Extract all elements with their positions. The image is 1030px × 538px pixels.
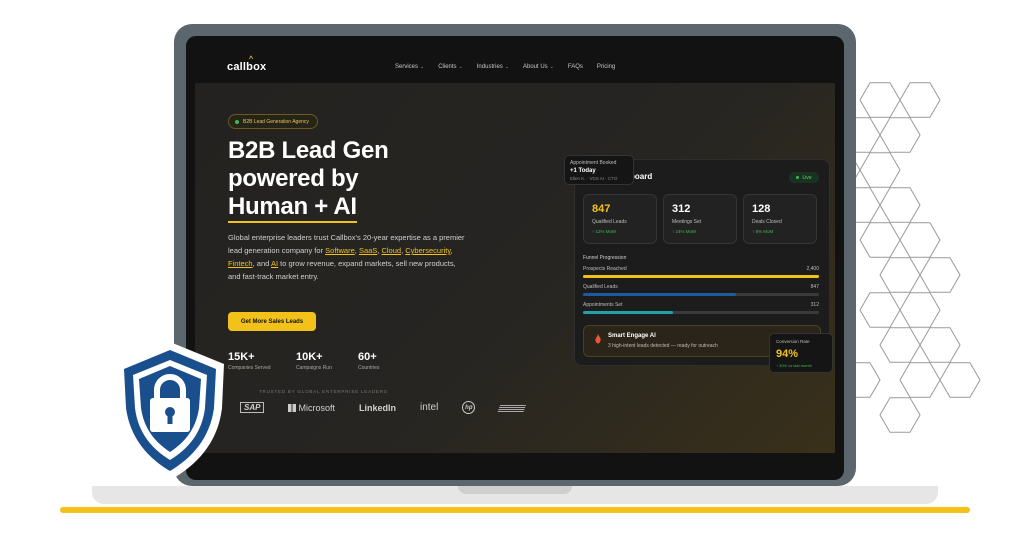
hexagon-shape (859, 82, 901, 118)
nav-menu: Services ⌄ Clients ⌄ Industries ⌄ About Us ⌄… (395, 64, 615, 70)
headline-accent: Human + AI (228, 193, 357, 223)
callbox-logo[interactable]: callbox ^ (227, 56, 266, 73)
appointment-booked-toast: Appointment Booked +1 Today Ellen K. · V… (564, 155, 634, 185)
trusted-by-label: TRUSTED BY GLOBAL ENTERPRISE LEADERS (259, 389, 388, 394)
hexagon-shape (879, 187, 921, 223)
hexagon-shape (879, 257, 921, 293)
nav-item-pricing[interactable]: Pricing (597, 64, 615, 70)
funnel-bar-qualified (583, 293, 737, 296)
stat-companies: 15K+ Companies Served (228, 351, 271, 371)
nav-item-clients[interactable]: Clients ⌄ (438, 64, 463, 70)
hexagon-shape (939, 362, 981, 398)
link-ai[interactable]: AI (271, 259, 278, 268)
conversion-rate-card: Conversion Rate 94% ↑ 30% vs last month (769, 333, 833, 373)
link-cloud[interactable]: Cloud (381, 246, 401, 255)
hexagon-shape (879, 397, 921, 433)
stat-countries: 60+ Countries (358, 351, 380, 371)
hero-headline: B2B Lead Gen powered by Human + AI (228, 137, 389, 223)
funnel-bar-appointments (583, 311, 673, 314)
agency-badge: B2B Lead Generation Agency (228, 114, 318, 129)
website-screen: callbox ^ Services ⌄ Clients ⌄ Industries ⌄ … (195, 55, 835, 453)
hexagon-shape (919, 327, 961, 363)
flame-icon (595, 334, 601, 344)
stat-campaigns: 10K+ Campaigns Run (296, 351, 332, 371)
security-shield-icon (116, 342, 224, 480)
chevron-down-icon: ⌄ (549, 64, 554, 70)
status-dot-icon (235, 119, 239, 124)
metric-card-qualified-leads: 847 Qualified Leads ↑ 12% MoM (583, 194, 657, 244)
link-fintech[interactable]: Fintech (228, 259, 253, 268)
funnel-title: Funnel Progression (583, 255, 627, 261)
laptop-notch (458, 486, 572, 494)
sap-logo: SAP (240, 402, 265, 413)
hexagon-shape (859, 152, 901, 188)
hero-description: Global enterprise leaders trust Callbox'… (228, 233, 465, 281)
get-more-sales-leads-button[interactable]: Get More Sales Leads (228, 312, 316, 331)
linkedin-logo: LinkedIn (358, 402, 396, 413)
top-nav: callbox ^ Services ⌄ Clients ⌄ Industries ⌄ … (195, 55, 835, 83)
microsoft-logo: Microsoft (288, 403, 335, 413)
link-software[interactable]: Software (325, 246, 355, 255)
live-badge: Live (789, 172, 819, 183)
metric-card-deals-closed: 128 Deals Closed ↑ 8% MoM (743, 194, 817, 244)
hexagon-shape (899, 362, 941, 398)
hexagon-shape (859, 222, 901, 258)
client-logos: SAP Microsoft LinkedIn intel hp (240, 401, 527, 414)
hexagon-shape (859, 292, 901, 328)
hexagon-shape (879, 117, 921, 153)
windows-grid-icon (288, 403, 297, 412)
nav-item-industries[interactable]: Industries ⌄ (477, 64, 509, 70)
nav-item-services[interactable]: Services ⌄ (395, 64, 424, 70)
hexagon-shape (899, 82, 941, 118)
partner-logo (497, 403, 527, 412)
live-dot-icon (796, 176, 800, 179)
hexagon-shape (899, 222, 941, 258)
nav-item-faqs[interactable]: FAQs (568, 64, 583, 70)
hexagon-shape (899, 292, 941, 328)
chevron-down-icon: ⌄ (458, 64, 463, 70)
intel-logo: intel (419, 402, 439, 413)
accent-line (60, 507, 970, 513)
hexagon-shape (919, 257, 961, 293)
hp-logo: hp (462, 401, 476, 414)
link-saas[interactable]: SaaS (359, 246, 377, 255)
chevron-down-icon: ⌄ (504, 64, 509, 70)
link-cybersecurity[interactable]: Cybersecurity (405, 246, 450, 255)
funnel-bar-prospects (583, 275, 819, 278)
metric-card-meetings-set: 312 Meetings Set ↑ 24% MoM (663, 194, 737, 244)
chevron-down-icon: ⌄ (420, 64, 425, 70)
hexagon-shape (879, 327, 921, 363)
nav-item-about-us[interactable]: About Us ⌄ (523, 64, 554, 70)
logo-caret-icon: ^ (249, 56, 254, 63)
